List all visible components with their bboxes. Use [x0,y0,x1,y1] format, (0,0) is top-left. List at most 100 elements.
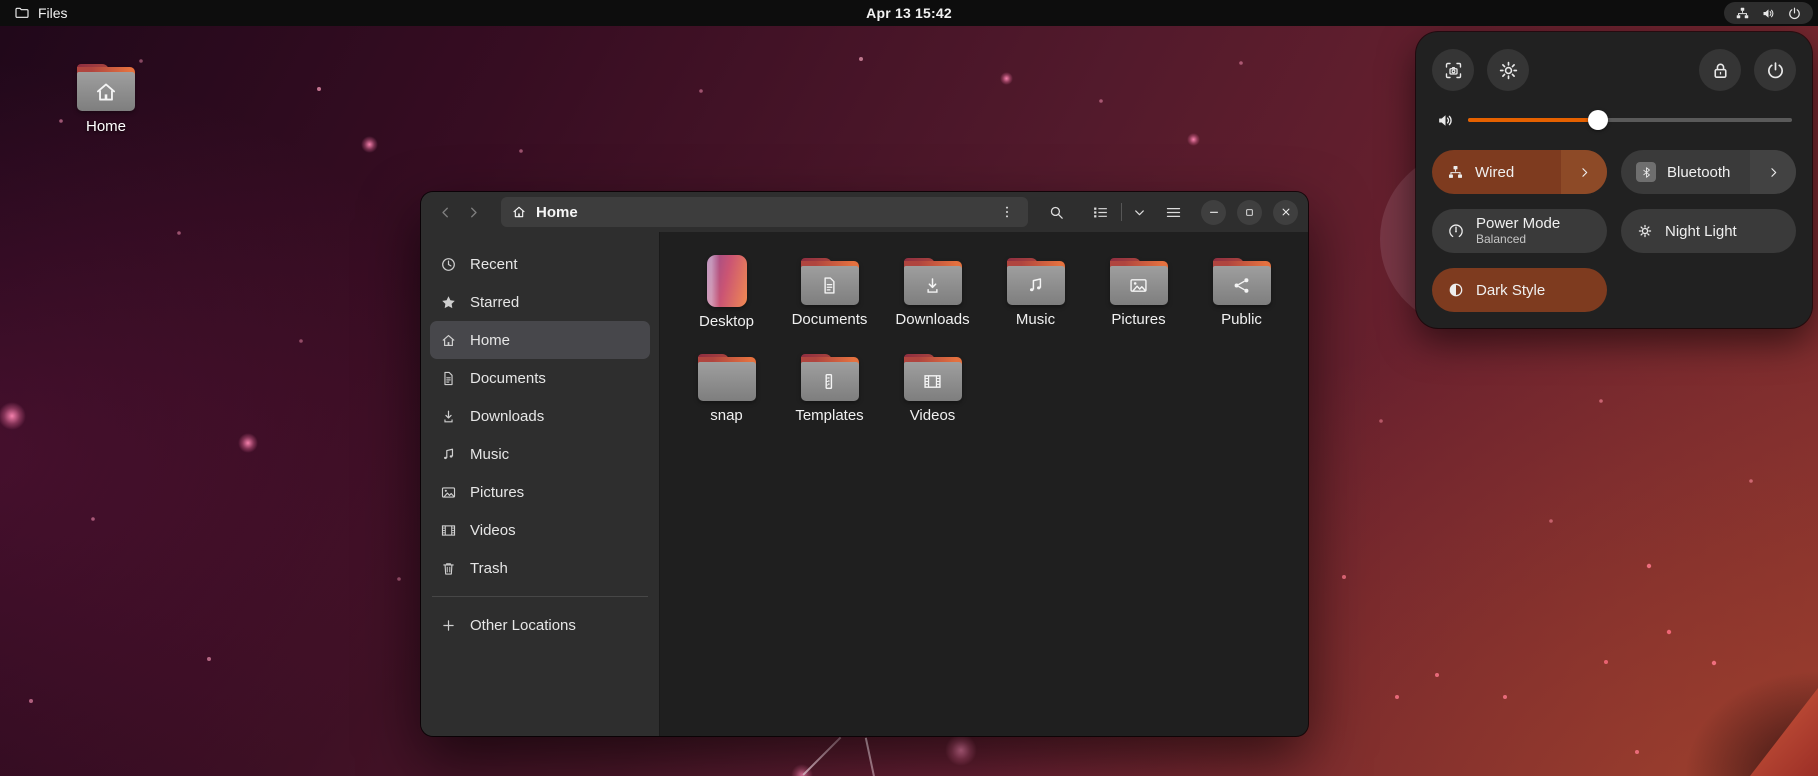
bluetooth-icon [1636,162,1656,182]
folder-icon [903,258,962,305]
sidebar-item-other-locations[interactable]: Other Locations [430,606,650,644]
sidebar-divider [432,596,648,597]
sidebar-item-label: Other Locations [470,616,576,634]
toggle-label: Power Mode [1476,214,1561,232]
lock-screen-button[interactable] [1699,49,1741,91]
desktop-icon-label: Home [85,118,126,135]
file-item-downloads[interactable]: Downloads [881,248,984,344]
night-light-toggle[interactable]: Night Light [1621,209,1796,253]
view-options-button[interactable] [1129,198,1149,226]
list-view-button[interactable] [1086,198,1114,226]
file-grid[interactable]: Desktop Documents Downloads Music Pictur… [660,232,1308,736]
pathbar-location: Home [536,203,578,221]
back-button[interactable] [431,198,459,226]
wallpaper-glow [945,734,977,766]
hamburger-menu-icon [1165,204,1182,221]
file-item-public[interactable]: Public [1190,248,1293,344]
wired-expand-button[interactable] [1561,150,1607,194]
sidebar-item-home[interactable]: Home [430,321,650,359]
chevron-down-icon [1132,205,1147,220]
file-item-desktop[interactable]: Desktop [675,248,778,344]
sidebar-item-documents[interactable]: Documents [430,359,650,397]
bluetooth-toggle-main[interactable]: Bluetooth [1621,150,1750,194]
desktop-icon-home[interactable]: Home [66,64,146,135]
power-mode-gauge-icon [1447,222,1465,240]
sidebar-item-downloads[interactable]: Downloads [430,397,650,435]
file-item-videos[interactable]: Videos [881,344,984,440]
music-note-icon [440,446,457,463]
bluetooth-expand-button[interactable] [1750,150,1796,194]
settings-button[interactable] [1487,49,1529,91]
file-item-music[interactable]: Music [984,248,1087,344]
wallpaper-glow [361,136,378,153]
folder-icon [903,354,962,401]
close-button[interactable] [1273,199,1298,225]
divider [1121,203,1122,221]
wallpaper-glow [238,433,258,453]
volume-icon [1761,6,1776,21]
home-icon [440,332,457,349]
focused-app-menu-button[interactable]: Files [0,0,82,26]
file-item-pictures[interactable]: Pictures [1087,248,1190,344]
file-item-snap[interactable]: snap [675,344,778,440]
sidebar-item-videos[interactable]: Videos [430,511,650,549]
window-controls [1201,199,1298,225]
screenshot-button[interactable] [1432,49,1474,91]
file-item-documents[interactable]: Documents [778,248,881,344]
dark-style-toggle[interactable]: Dark Style [1432,268,1607,312]
toggle-sublabel: Balanced [1476,232,1527,247]
volume-slider-knob[interactable] [1587,110,1608,130]
wallpaper-constellation-line [802,736,842,776]
power-icon [1765,60,1786,81]
forward-button[interactable] [459,198,487,226]
files-window: Home Recent Starred Home Documents Downl… [421,192,1308,736]
kebab-menu-icon [999,204,1015,220]
top-bar: Files Apr 13 15:42 [0,0,1818,26]
volume-row [1436,107,1792,133]
video-icon [440,522,457,539]
desktop-folder-icon [706,255,747,307]
main-menu-button[interactable] [1159,198,1187,226]
network-icon [1735,6,1750,21]
pathbar-menu-button[interactable] [996,198,1018,226]
file-name: Documents [791,311,868,328]
volume-slider[interactable] [1468,110,1792,130]
search-icon [1048,204,1065,221]
power-mode-toggle[interactable]: Power Mode Balanced [1432,209,1607,253]
maximize-icon [1243,206,1256,219]
dark-style-icon [1447,281,1465,299]
wired-toggle-main[interactable]: Wired [1432,150,1561,194]
file-name: Templates [795,407,864,424]
minimize-button[interactable] [1201,199,1226,225]
wallpaper-glow [1187,133,1200,146]
wallpaper-glow [1000,72,1013,85]
music-emblem-icon [1025,275,1046,296]
sidebar-item-starred[interactable]: Starred [430,283,650,321]
close-icon [1279,205,1293,219]
pathbar[interactable]: Home [501,197,1028,227]
file-item-templates[interactable]: Templates [778,344,881,440]
minimize-icon [1207,205,1221,219]
document-icon [440,370,457,387]
window-headerbar[interactable]: Home [421,192,1308,232]
clock-button[interactable]: Apr 13 15:42 [866,5,952,21]
download-emblem-icon [922,275,943,296]
toggle-label: Bluetooth [1667,163,1731,181]
search-button[interactable] [1042,198,1070,226]
sidebar-item-trash[interactable]: Trash [430,549,650,587]
sidebar-item-music[interactable]: Music [430,435,650,473]
folder-icon [1109,258,1168,305]
film-emblem-icon [922,371,943,392]
file-name: Desktop [698,313,755,330]
toggle-label: Wired [1475,163,1515,181]
volume-icon [1436,111,1455,130]
sidebar-item-recent[interactable]: Recent [430,245,650,283]
sidebar-item-pictures[interactable]: Pictures [430,473,650,511]
list-view-icon [1092,204,1109,221]
bluetooth-toggle: Bluetooth [1621,150,1796,194]
template-emblem-icon [819,371,840,392]
maximize-button[interactable] [1237,199,1262,225]
share-emblem-icon [1231,275,1252,296]
system-tray-button[interactable] [1724,2,1813,24]
power-off-button[interactable] [1754,49,1796,91]
